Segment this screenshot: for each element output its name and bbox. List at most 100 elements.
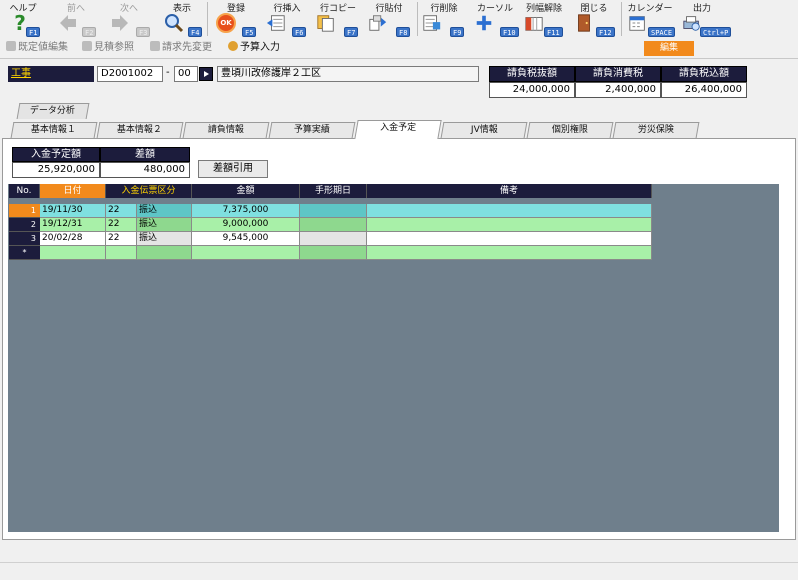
budget-icon (228, 41, 238, 51)
f2-key-badge: F2 (82, 27, 97, 37)
cell-slip-code[interactable]: 22 (106, 218, 137, 232)
cell-note[interactable] (367, 218, 652, 232)
swap-icon (150, 41, 160, 51)
tab-label: 基本情報２ (117, 125, 163, 135)
close-button[interactable]: 閉じる F12 (570, 0, 618, 38)
paste-row-button[interactable]: 行貼付 F8 (364, 0, 414, 38)
project-sub-code-field[interactable]: 00 (174, 66, 198, 82)
tab-label: 労災保険 (637, 125, 674, 135)
column-width-icon (525, 17, 543, 31)
column-header-date[interactable]: 日付 (40, 184, 106, 198)
register-label: 登録 (226, 4, 245, 14)
contract-tax-included-value: 26,400,000 (661, 82, 747, 98)
calendar-icon (629, 16, 645, 31)
cell-note[interactable] (367, 232, 652, 246)
output-button[interactable]: 出力 Ctrl+P (678, 0, 732, 38)
next-button[interactable]: 次へ F3 (104, 0, 154, 38)
cell-date[interactable]: 19/12/31 (40, 218, 106, 232)
f8-key-badge: F8 (396, 27, 411, 37)
f9-key-badge: F9 (450, 27, 465, 37)
cell-slip-kind[interactable]: 振込 (137, 218, 192, 232)
column-header-note[interactable]: 備考 (367, 184, 652, 198)
new-row-cell[interactable] (300, 246, 367, 260)
help-button[interactable]: ヘルプ ? F1 (4, 0, 42, 38)
prev-button[interactable]: 前へ F2 (52, 0, 100, 38)
column-header-amount[interactable]: 金額 (192, 184, 300, 198)
cell-amount[interactable]: 9,000,000 (192, 218, 300, 232)
tab-label: JV情報 (470, 125, 498, 135)
quote-difference-button[interactable]: 差額引用 (198, 160, 268, 178)
cell-date[interactable]: 19/11/30 (40, 204, 106, 218)
cell-slip-kind[interactable]: 振込 (137, 204, 192, 218)
tab-budget-actual[interactable]: 予算実績 (268, 122, 356, 138)
tab-labor-insurance[interactable]: 労災保険 (612, 122, 700, 138)
f6-key-badge: F6 (292, 27, 307, 37)
tab-jv-info[interactable]: JV情報 (440, 122, 528, 138)
ok-icon: OK (216, 13, 236, 33)
contract-tax-excluded-value: 24,000,000 (489, 82, 575, 98)
new-row-cell[interactable] (192, 246, 300, 260)
cell-bill-due[interactable] (300, 218, 367, 232)
cell-amount[interactable]: 9,545,000 (192, 232, 300, 246)
column-width-reset-button[interactable]: 列幅解除 F11 (520, 0, 568, 38)
cursor-button[interactable]: カーソル F10 (470, 0, 520, 38)
billing-change-button[interactable]: 請求先変更 (150, 40, 212, 55)
row-number-3[interactable]: 3 (9, 232, 40, 246)
space-key-badge: SPACE (648, 27, 676, 37)
header-divider (0, 58, 798, 59)
f7-key-badge: F7 (344, 27, 359, 37)
insert-row-button[interactable]: 行挿入 F6 (264, 0, 310, 38)
triangle-right-icon (204, 71, 209, 77)
delete-row-icon (423, 15, 441, 31)
cell-slip-code[interactable]: 22 (106, 204, 137, 218)
tab-individual-permissions[interactable]: 個別権限 (526, 122, 614, 138)
tab-basic-info-1[interactable]: 基本情報１ (10, 122, 98, 138)
payment-planned-header: 入金予定額 (12, 147, 100, 162)
new-row-marker[interactable]: * (9, 246, 40, 260)
toolbar-separator (621, 2, 622, 36)
magnifier-icon (165, 14, 184, 33)
column-header-bill-due[interactable]: 手形期日 (300, 184, 367, 198)
new-row-cell[interactable] (40, 246, 106, 260)
tab-payment-schedule[interactable]: 入金予定 (354, 120, 442, 139)
new-row-cell[interactable] (137, 246, 192, 260)
cell-bill-due[interactable] (300, 204, 367, 218)
fixed-value-edit-label: 既定値編集 (18, 42, 68, 53)
display-button[interactable]: 表示 F4 (160, 0, 204, 38)
tab-label: 個別権限 (551, 125, 588, 135)
cell-slip-code[interactable]: 22 (106, 232, 137, 246)
new-row-cell[interactable] (106, 246, 137, 260)
register-button[interactable]: 登録 OK F5 (212, 0, 260, 38)
project-label[interactable]: 工事 (8, 66, 94, 82)
tab-label: 請負情報 (207, 125, 244, 135)
f5-key-badge: F5 (242, 27, 257, 37)
estimate-ref-button[interactable]: 見積参照 (82, 40, 134, 55)
edit-icon (6, 41, 16, 51)
project-code-field[interactable]: D2001002 (97, 66, 163, 82)
row-number-1[interactable]: 1 (9, 204, 40, 218)
new-row-cell[interactable] (367, 246, 652, 260)
cell-date[interactable]: 20/02/28 (40, 232, 106, 246)
calendar-button[interactable]: カレンダー SPACE (624, 0, 676, 38)
cell-amount[interactable]: 7,375,000 (192, 204, 300, 218)
delete-row-button[interactable]: 行削除 F9 (420, 0, 468, 38)
billing-change-label: 請求先変更 (162, 42, 212, 53)
cell-bill-due[interactable] (300, 232, 367, 246)
fixed-value-edit-button[interactable]: 既定値編集 (6, 40, 68, 55)
project-lookup-button[interactable] (199, 67, 213, 81)
arrow-right-icon (112, 15, 128, 31)
budget-input-button[interactable]: 予算入力 (228, 40, 280, 55)
door-icon (578, 14, 590, 32)
f11-key-badge: F11 (544, 27, 563, 37)
ctrl-p-key-badge: Ctrl+P (700, 27, 732, 37)
tab-basic-info-2[interactable]: 基本情報２ (96, 122, 184, 138)
cell-note[interactable] (367, 204, 652, 218)
tab-data-analysis[interactable]: データ分析 (16, 103, 90, 119)
tab-contract-info[interactable]: 請負情報 (182, 122, 270, 138)
project-name-field: 豊頃川改修護岸２工区 (217, 66, 479, 82)
row-number-2[interactable]: 2 (9, 218, 40, 232)
cell-slip-kind[interactable]: 振込 (137, 232, 192, 246)
difference-header: 差額 (100, 147, 190, 162)
column-header-slip-type[interactable]: 入金伝票区分 (106, 184, 192, 198)
copy-row-button[interactable]: 行コピー F7 (314, 0, 362, 38)
